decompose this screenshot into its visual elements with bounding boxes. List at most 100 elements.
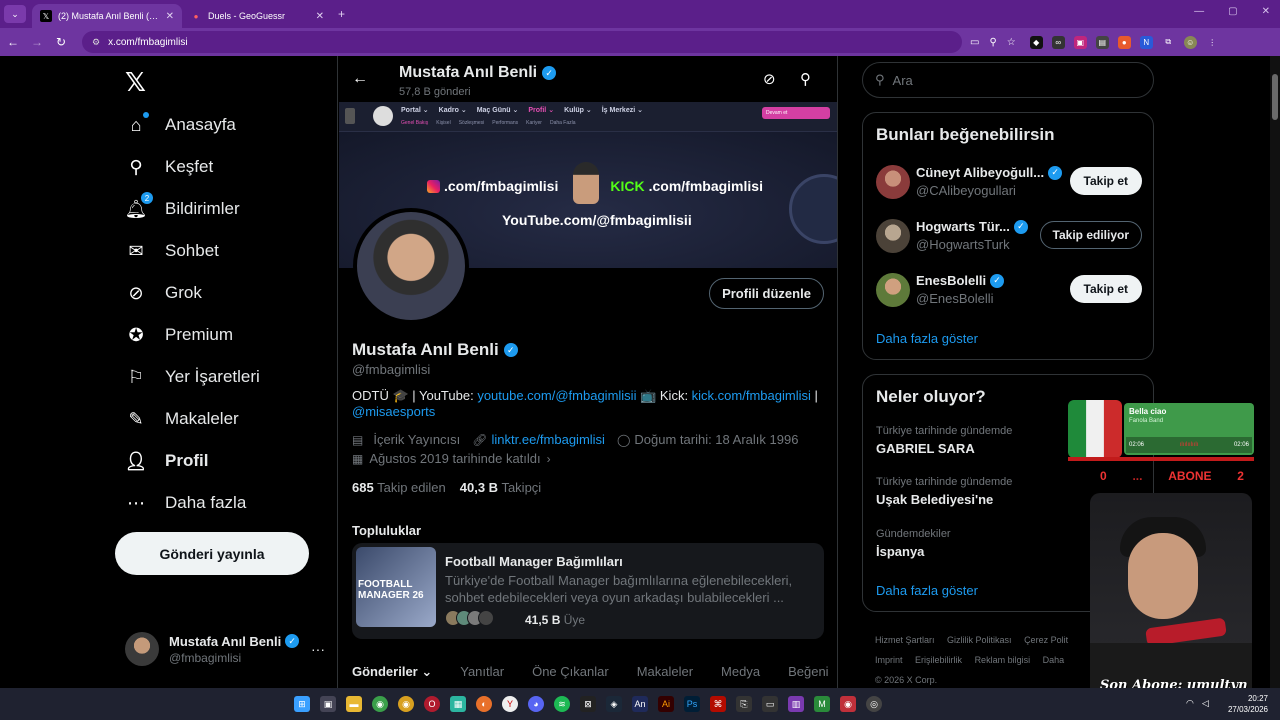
back-arrow-icon[interactable]: ← [352,70,368,88]
bio-kick-link[interactable]: kick.com/fmbagimlisi [692,388,811,403]
suggestion-row[interactable]: Hogwarts Tür... ✓ @HogwartsTurk Takip ed… [876,217,1142,257]
following-stat[interactable]: 685 Takip edilen [352,480,446,495]
sidebar-item-profile[interactable]: 👤︎ Profil [125,450,209,472]
obs-icon[interactable]: ◎ [866,696,882,712]
firefox-icon[interactable]: ◐ [476,696,492,712]
forward-nav-icon[interactable]: → [26,35,48,49]
profile-website-link[interactable]: linktr.ee/fmbagimlisi [492,432,605,447]
acrobat-icon[interactable]: ⌘ [710,696,726,712]
follow-button[interactable]: Takip et [1069,167,1142,195]
steam-icon[interactable]: ◈ [606,696,622,712]
show-more-link[interactable]: Daha fazla göster [876,583,978,598]
tab-highlights[interactable]: Öne Çıkanlar [504,664,609,680]
grok-icon[interactable]: ⊘ [763,70,776,88]
illustrator-icon[interactable]: Ai [658,696,674,712]
chevron-right-icon[interactable]: › [547,452,551,466]
bio-youtube-link[interactable]: youtube.com/@fmbagimlisii [477,388,636,403]
extension-icon[interactable]: ◆ [1029,35,1043,49]
chrome-icon[interactable]: ◉ [372,696,388,712]
sidebar-item-premium[interactable]: ✪ Premium [125,324,233,346]
profile-avatar[interactable] [353,208,469,324]
edit-profile-button[interactable]: Profili düzenle [709,278,824,309]
sidebar-item-bookmarks[interactable]: ⚐ Yer İşaretleri [125,366,260,388]
browser-tab-geoguessr[interactable]: ● Duels - GeoGuessr ✕ [182,4,332,28]
close-tab-icon[interactable]: ✕ [316,11,324,22]
discord-icon[interactable]: ◕ [528,696,544,712]
trend-item[interactable]: Türkiye tarihinde gündemde Uşak Belediye… [876,476,1012,507]
footer-link[interactable]: Daha [1043,655,1065,665]
sidebar-item-messages[interactable]: ✉ Sohbet [125,240,218,262]
app-icon[interactable]: ▥ [788,696,804,712]
file-explorer-icon[interactable]: ▬ [346,696,362,712]
minimize-icon[interactable]: — [1194,6,1204,17]
footer-link[interactable]: Hizmet Şartları [875,635,935,645]
spotify-icon[interactable]: ≋ [554,696,570,712]
sidebar-item-explore[interactable]: ⚲ Keşfet [125,156,213,178]
sidebar-item-articles[interactable]: ✎ Makaleler [125,408,238,430]
extension-icon[interactable]: N [1139,35,1153,49]
footer-link[interactable]: Gizlilik Politikası [947,635,1012,645]
maximize-icon[interactable]: ▢ [1228,6,1237,17]
extensions-puzzle-icon[interactable]: ⧉ [1162,36,1175,49]
app-icon[interactable]: ▭ [762,696,778,712]
photoshop-icon[interactable]: Ps [684,696,700,712]
sidebar-item-grok[interactable]: ⊘ Grok [125,282,201,304]
sidebar-item-more[interactable]: ⋯ Daha fazla [125,492,246,514]
trend-item[interactable]: Gündemdekiler İspanya [876,528,951,559]
page-scrollbar[interactable] [1270,56,1280,688]
account-switcher[interactable]: Mustafa Anıl Benli ✓ @fmbagimlisi ··· [125,632,325,666]
app-icon[interactable]: ◉ [840,696,856,712]
trend-item[interactable]: Türkiye tarihinde gündemde GABRIEL SARA [876,425,1012,456]
back-nav-icon[interactable]: ← [2,35,24,49]
footer-link[interactable]: Çerez Polit [1024,635,1068,645]
close-window-icon[interactable]: ✕ [1262,6,1270,17]
bookmark-star-icon[interactable]: ☆ [1007,37,1016,48]
following-button[interactable]: Takip ediliyor [1039,221,1142,249]
profile-avatar-icon[interactable]: ☺ [1183,35,1197,49]
menu-kebab-icon[interactable]: ⋮ [1206,36,1219,49]
app-icon[interactable]: ⎘ [736,696,752,712]
footer-link[interactable]: Reklam bilgisi [975,655,1031,665]
sidebar-item-home[interactable]: ⌂ Anasayfa [125,112,236,136]
tab-search-button[interactable]: ⌄ [4,5,26,23]
bio-mention-link[interactable]: @misaesports [352,404,435,419]
start-menu-icon[interactable]: ⊞ [294,696,310,712]
taskbar-clock[interactable]: 20:27 27/03/2026 [1228,693,1268,715]
app-icon[interactable]: M [814,696,830,712]
yandex-icon[interactable]: Y [502,696,518,712]
sidebar-item-notifications[interactable]: 🔔︎ 2 Bildirimler [125,192,240,220]
community-card[interactable]: FOOTBALL MANAGER 26 Football Manager Bağ… [352,543,824,639]
extension-icon[interactable]: ∞ [1051,35,1065,49]
task-view-icon[interactable]: ▣ [320,696,336,712]
post-button[interactable]: Gönderi yayınla [115,532,309,575]
animate-icon[interactable]: An [632,696,648,712]
cast-icon[interactable]: ▭ [970,37,979,48]
extension-icon[interactable]: ● [1117,35,1131,49]
scrollbar-thumb[interactable] [1272,74,1278,120]
chrome-alt-icon[interactable]: ◉ [398,696,414,712]
site-info-icon[interactable]: ⚙ [92,37,100,48]
reload-icon[interactable]: ↻ [50,35,72,49]
footer-link[interactable]: Imprint [875,655,903,665]
extension-icon[interactable]: ▤ [1095,35,1109,49]
opera-icon[interactable]: O [424,696,440,712]
capcut-icon[interactable]: ⊠ [580,696,596,712]
tab-media[interactable]: Medya [693,664,760,680]
follow-button[interactable]: Takip et [1069,275,1142,303]
followers-stat[interactable]: 40,3 B Takipçi [460,480,541,495]
footer-link[interactable]: Erişilebilirlik [915,655,962,665]
tab-replies[interactable]: Yanıtlar [432,664,504,680]
tab-likes[interactable]: Beğeni [760,664,828,680]
browser-tab-x[interactable]: 𝕏 (2) Mustafa Anıl Benli (@fmbag ✕ [32,4,182,28]
close-tab-icon[interactable]: ✕ [166,11,174,22]
wifi-icon[interactable]: ◠ [1186,698,1194,709]
volume-icon[interactable]: ◁ [1202,698,1209,709]
extension-icon[interactable]: ▣ [1073,35,1087,49]
show-more-link[interactable]: Daha fazla göster [876,331,978,346]
tab-articles[interactable]: Makaleler [609,664,693,680]
url-input[interactable]: ⚙ x.com/fmbagimlisi [82,31,962,53]
suggestion-row[interactable]: Cüneyt Alibeyoğull... ✓ @CAlibeyogullari… [876,163,1142,203]
search-icon[interactable]: ⚲ [800,70,811,88]
suggestion-row[interactable]: EnesBolelli ✓ @EnesBolelli Takip et [876,271,1142,311]
app-icon[interactable]: ▦ [450,696,466,712]
